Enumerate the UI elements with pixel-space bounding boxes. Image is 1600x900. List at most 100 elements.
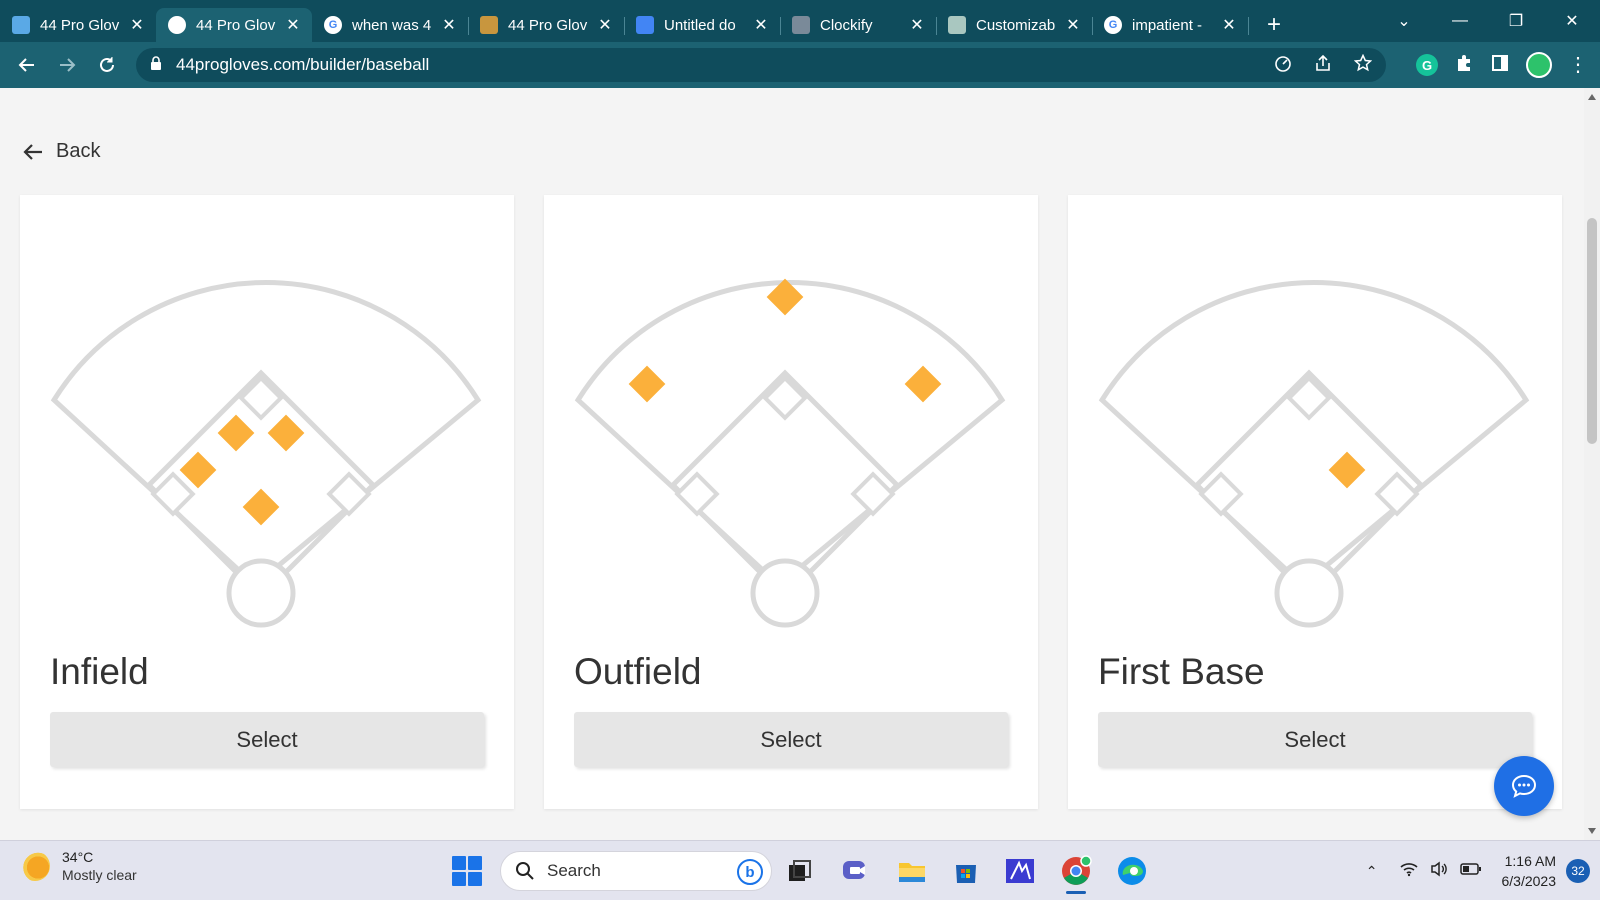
browser-tab[interactable]: 44 Pro Glov ✕ xyxy=(0,8,157,42)
position-marker xyxy=(904,365,942,403)
position-card: First Base Select xyxy=(1068,195,1562,809)
start-button[interactable] xyxy=(452,856,482,886)
extensions-icon[interactable] xyxy=(1454,53,1474,78)
back-label: Back xyxy=(56,140,101,162)
select-button[interactable]: Select xyxy=(574,712,1008,767)
bing-icon[interactable]: b xyxy=(737,859,763,885)
position-marker xyxy=(179,451,217,489)
browser-tab[interactable]: 44 Pro Glov ✕ xyxy=(156,8,312,42)
select-button[interactable]: Select xyxy=(1098,712,1532,767)
google-icon: G xyxy=(1104,16,1122,34)
scroll-thumb[interactable] xyxy=(1587,218,1597,444)
volume-icon[interactable] xyxy=(1430,861,1448,882)
weather-widget[interactable]: 34°C Mostly clear xyxy=(20,849,137,883)
position-card: Outfield Select xyxy=(544,195,1038,809)
close-tab-icon[interactable]: ✕ xyxy=(440,15,458,35)
minimize-button[interactable]: — xyxy=(1432,0,1488,42)
scroll-down-arrow[interactable] xyxy=(1588,828,1596,834)
close-tab-icon[interactable]: ✕ xyxy=(908,15,926,35)
position-marker xyxy=(217,414,255,452)
system-tray: ⌃ 1:16 AM 6/3/2023 32 xyxy=(1366,841,1600,900)
tab-title: 44 Pro Glov xyxy=(40,16,120,34)
share-icon[interactable] xyxy=(1314,54,1332,77)
wifi-icon[interactable] xyxy=(1399,861,1418,882)
taskbar-search[interactable]: Search b xyxy=(500,851,772,891)
tab-title: Customizab xyxy=(976,16,1056,34)
clock[interactable]: 1:16 AM 6/3/2023 xyxy=(1502,851,1557,891)
performance-icon[interactable] xyxy=(1274,54,1292,77)
writing-app-icon[interactable] xyxy=(1002,853,1038,889)
back-link[interactable]: Back xyxy=(22,140,100,163)
battery-icon[interactable] xyxy=(1459,862,1482,881)
file-explorer-icon[interactable] xyxy=(894,853,930,889)
url-text[interactable]: 44progloves.com/builder/baseball xyxy=(176,55,429,75)
weather-temp: 34°C xyxy=(62,849,94,865)
position-marker xyxy=(1328,451,1366,489)
show-hidden-icons-chevron-icon[interactable]: ⌃ xyxy=(1366,863,1378,880)
close-tab-icon[interactable]: ✕ xyxy=(752,15,770,35)
tab-search-icon[interactable]: ⌄ xyxy=(1376,0,1432,42)
baseball-field-diagram xyxy=(50,280,482,628)
chrome-icon[interactable] xyxy=(1058,853,1094,894)
chat-bubble-icon xyxy=(1511,774,1537,798)
tab-title: impatient - xyxy=(1132,16,1203,34)
globe-icon xyxy=(168,16,186,34)
browser-tab[interactable]: Untitled do ✕ xyxy=(624,8,781,42)
browser-tab[interactable]: Customizab ✕ xyxy=(936,8,1093,42)
task-view-icon[interactable] xyxy=(782,853,818,889)
close-window-button[interactable]: ✕ xyxy=(1544,0,1600,42)
close-tab-icon[interactable]: ✕ xyxy=(128,15,146,35)
notification-badge[interactable]: 32 xyxy=(1566,859,1590,883)
window-controls: ⌄ — ❐ ✕ xyxy=(1376,0,1600,42)
chat-button[interactable] xyxy=(1494,756,1554,816)
close-tab-icon[interactable]: ✕ xyxy=(1064,15,1082,35)
tab-title: Clockify xyxy=(820,16,873,34)
search-placeholder: Search xyxy=(547,861,601,880)
lock-icon[interactable] xyxy=(150,55,166,75)
browser-tab[interactable]: 44 Pro Glov ✕ xyxy=(468,8,625,42)
clock-time: 1:16 AM xyxy=(1504,853,1556,869)
grammarly-icon[interactable]: G xyxy=(1416,54,1438,76)
microsoft-store-icon[interactable] xyxy=(948,853,984,889)
trello-icon xyxy=(12,16,30,34)
position-card: Infield Select xyxy=(20,195,514,809)
page-content: Back Infield Select Outfield Select First Ba… xyxy=(0,88,1584,840)
back-arrow-icon xyxy=(23,143,42,160)
side-panel-icon[interactable] xyxy=(1490,53,1510,78)
weather-moon-icon xyxy=(20,851,50,881)
tab-title: 44 Pro Glov xyxy=(196,16,276,34)
restore-button[interactable]: ❐ xyxy=(1488,0,1544,42)
tab-strip: 44 Pro Glov ✕ 44 Pro Glov ✕ Gwhen was 4 ✕ 44 P… xyxy=(0,0,1600,42)
address-bar[interactable]: 44progloves.com/builder/baseball xyxy=(136,48,1386,82)
edge-icon[interactable] xyxy=(1114,853,1150,889)
more-menu-icon[interactable]: ⋮ xyxy=(1568,55,1588,75)
bookmark-star-icon[interactable] xyxy=(1353,53,1373,77)
reload-icon[interactable] xyxy=(87,45,127,85)
position-marker xyxy=(628,365,666,403)
tab-title: 44 Pro Glov xyxy=(508,16,588,34)
position-marker xyxy=(242,488,280,526)
browser-tab[interactable]: Gwhen was 4 ✕ xyxy=(312,8,469,42)
position-name: Infield xyxy=(50,651,149,692)
tab-list: 44 Pro Glov ✕ 44 Pro Glov ✕ Gwhen was 4 ✕ 44 P… xyxy=(0,0,1249,42)
close-tab-icon[interactable]: ✕ xyxy=(284,15,302,35)
baseball-field-diagram xyxy=(1098,280,1530,628)
profile-avatar[interactable] xyxy=(1526,52,1552,78)
close-tab-icon[interactable]: ✕ xyxy=(1220,15,1238,35)
new-tab-button[interactable]: + xyxy=(1256,8,1292,42)
scroll-up-arrow[interactable] xyxy=(1588,94,1596,100)
close-tab-icon[interactable]: ✕ xyxy=(596,15,614,35)
tab-title: when was 4 xyxy=(352,16,432,34)
page-scrollbar[interactable] xyxy=(1584,88,1600,840)
forward-arrow-icon[interactable] xyxy=(47,45,87,85)
tab-title: Untitled do xyxy=(664,16,736,34)
select-button[interactable]: Select xyxy=(50,712,484,767)
clockify-icon xyxy=(792,16,810,34)
back-arrow-icon[interactable] xyxy=(7,45,47,85)
baseball-field-diagram xyxy=(574,278,1006,628)
teams-chat-icon[interactable] xyxy=(838,853,874,889)
glove-icon xyxy=(480,16,498,34)
browser-tab[interactable]: Clockify ✕ xyxy=(780,8,937,42)
browser-toolbar: 44progloves.com/builder/baseball G ⋮ xyxy=(0,42,1600,88)
browser-tab[interactable]: Gimpatient - ✕ xyxy=(1092,8,1249,42)
